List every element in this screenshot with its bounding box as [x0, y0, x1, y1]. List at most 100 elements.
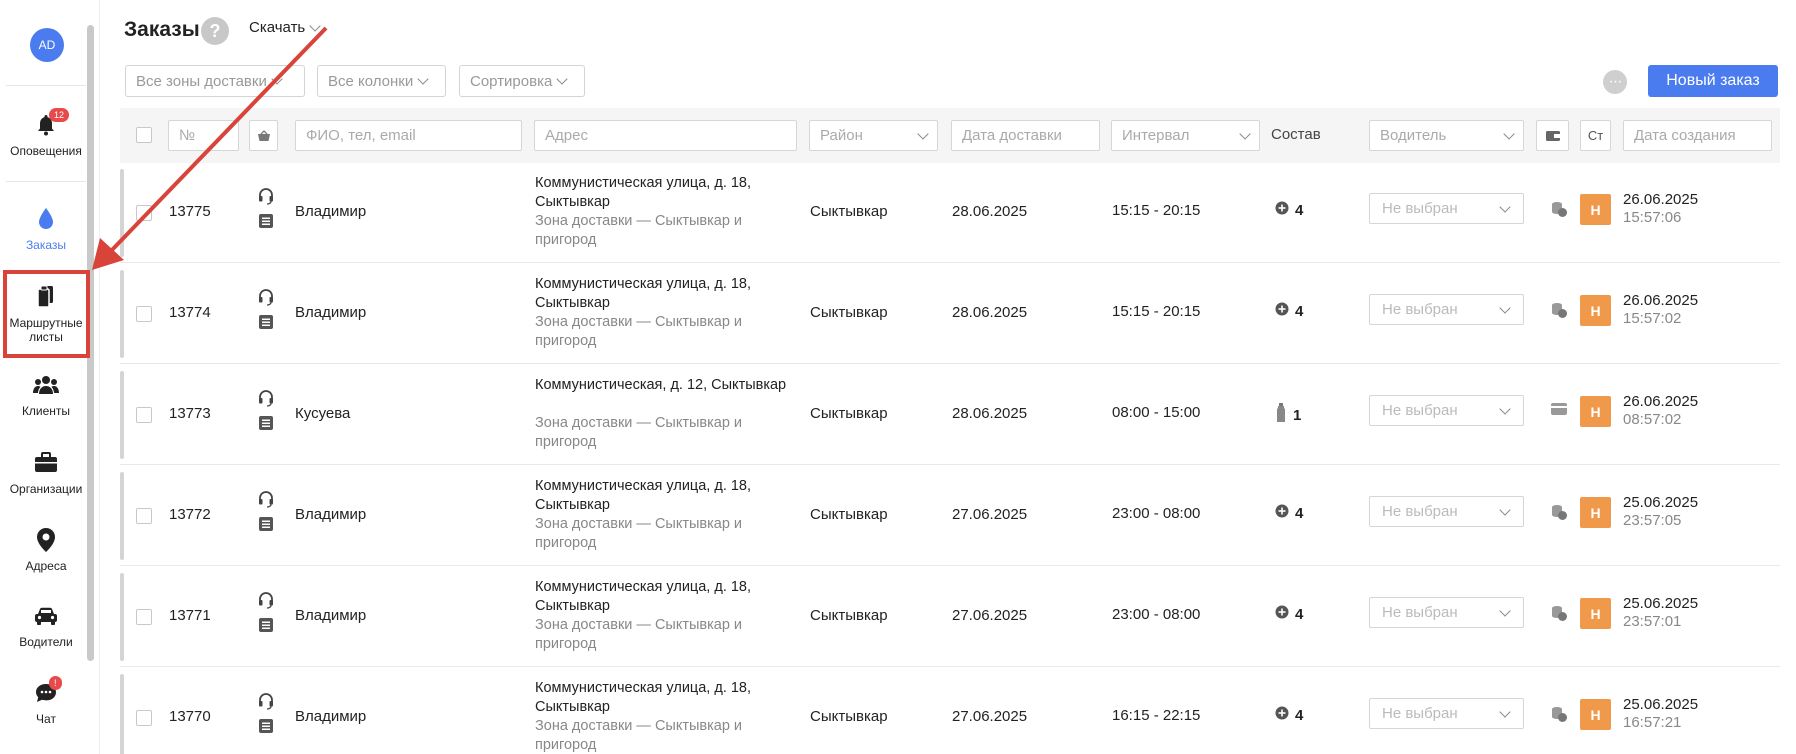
row-marker — [120, 270, 124, 358]
sidebar-item-drivers[interactable]: Водители — [4, 603, 88, 649]
table-row[interactable]: 13774 Владимир Коммунистическая улица, д… — [120, 264, 1780, 364]
interval-filter[interactable]: Интервал — [1111, 120, 1260, 151]
zones-filter[interactable]: Все зоны доставки — [125, 65, 305, 97]
order-details-icon[interactable] — [258, 415, 274, 436]
delivery-address: Коммунистическая улица, д. 18, Сыктывкар — [535, 175, 752, 210]
payment-filter-button[interactable] — [1536, 120, 1569, 151]
status-badge[interactable]: Н — [1580, 699, 1611, 730]
sidebar-item-notifications[interactable]: 12 Оповещения — [4, 108, 88, 158]
composition[interactable]: 4 — [1275, 302, 1303, 320]
order-number[interactable]: 13774 — [169, 304, 211, 321]
table-row[interactable]: 13770 Владимир Коммунистическая улица, д… — [120, 668, 1780, 754]
delivery-date-filter[interactable]: Дата доставки — [951, 120, 1100, 151]
sidebar-item-orders[interactable]: Заказы — [4, 206, 88, 252]
map-pin-icon — [33, 527, 59, 553]
created-time: 15:57:02 — [1623, 310, 1682, 327]
order-number[interactable]: 13771 — [169, 607, 211, 624]
order-number[interactable]: 13772 — [169, 506, 211, 523]
interval-filter-placeholder: Интервал — [1122, 127, 1190, 144]
chevron-down-icon — [1499, 402, 1511, 415]
driver-select[interactable]: Не выбран — [1369, 496, 1524, 527]
zones-filter-label: Все зоны доставки — [136, 72, 267, 90]
status-badge[interactable]: Н — [1580, 295, 1611, 326]
delivery-zone: Зона доставки — Сыктывкар и пригород — [535, 415, 743, 450]
avatar[interactable]: AD — [30, 28, 64, 62]
sidebar-item-addresses[interactable]: Адреса — [4, 527, 88, 573]
new-order-button[interactable]: Новый заказ — [1648, 65, 1778, 97]
district: Сыктывкар — [810, 203, 888, 220]
delivery-address: Коммунистическая улица, д. 18, Сыктывкар — [535, 478, 752, 513]
order-number[interactable]: 13773 — [169, 405, 211, 422]
row-checkbox[interactable] — [136, 306, 152, 322]
table-row[interactable]: 13775 Владимир Коммунистическая улица, д… — [120, 163, 1780, 263]
status-badge[interactable]: Н — [1580, 598, 1611, 629]
order-details-icon[interactable] — [258, 516, 274, 537]
delivery-date: 28.06.2025 — [952, 405, 1028, 422]
district-filter[interactable]: Район — [809, 120, 938, 151]
client-search-placeholder: ФИО, тел, email — [306, 127, 416, 144]
row-marker — [120, 472, 124, 560]
client-search-input[interactable]: ФИО, тел, email — [295, 120, 522, 151]
status-badge[interactable]: Н — [1580, 396, 1611, 427]
driver-select[interactable]: Не выбран — [1369, 294, 1524, 325]
status-badge[interactable]: Н — [1580, 194, 1611, 225]
order-number[interactable]: 13770 — [169, 708, 211, 725]
status-badge[interactable]: Н — [1580, 497, 1611, 528]
row-checkbox[interactable] — [136, 508, 152, 524]
table-row[interactable]: 13772 Владимир Коммунистическая улица, д… — [120, 466, 1780, 566]
driver-filter[interactable]: Водитель — [1369, 120, 1524, 151]
table-row[interactable]: 13773 Кусуева Коммунистическая, д. 12, С… — [120, 365, 1780, 465]
created-date: 26.06.2025 — [1623, 393, 1699, 410]
client-name[interactable]: Владимир — [295, 607, 366, 624]
row-checkbox[interactable] — [136, 205, 152, 221]
driver-select[interactable]: Не выбран — [1369, 597, 1524, 628]
columns-filter[interactable]: Все колонки — [317, 65, 446, 97]
composition[interactable]: 4 — [1275, 201, 1303, 219]
composition[interactable]: 4 — [1275, 605, 1303, 623]
address-search-input[interactable]: Адрес — [534, 120, 797, 151]
status-header-label: Ст — [1587, 128, 1604, 143]
created-date: 25.06.2025 — [1623, 696, 1699, 713]
chevron-down-icon — [1499, 503, 1511, 516]
composition[interactable]: 4 — [1275, 504, 1303, 522]
more-options-button[interactable]: ··· — [1603, 70, 1627, 94]
order-details-icon[interactable] — [258, 213, 274, 234]
coins-icon — [1550, 200, 1568, 223]
client-name[interactable]: Владимир — [295, 304, 366, 321]
driver-select-value: Не выбран — [1382, 705, 1458, 722]
row-checkbox[interactable] — [136, 407, 152, 423]
basket-filter-button[interactable] — [249, 120, 278, 151]
coins-icon — [1550, 503, 1568, 526]
sidebar-item-clients[interactable]: Клиенты — [4, 372, 88, 418]
composition[interactable]: 4 — [1275, 706, 1303, 724]
composition[interactable]: 1 — [1275, 403, 1301, 427]
created-date-filter[interactable]: Дата создания — [1623, 120, 1772, 151]
client-name[interactable]: Владимир — [295, 506, 366, 523]
select-all-checkbox[interactable] — [136, 127, 152, 143]
sort-filter[interactable]: Сортировка — [459, 65, 585, 97]
driver-select[interactable]: Не выбран — [1369, 698, 1524, 729]
row-checkbox[interactable] — [136, 609, 152, 625]
download-dropdown[interactable]: Скачать — [249, 19, 321, 36]
sidebar-item-chat[interactable]: ! Чат — [4, 676, 88, 726]
order-number[interactable]: 13775 — [169, 203, 211, 220]
order-details-icon[interactable] — [258, 718, 274, 739]
composition-header: Состав — [1271, 126, 1321, 143]
row-checkbox[interactable] — [136, 710, 152, 726]
table-row[interactable]: 13771 Владимир Коммунистическая улица, д… — [120, 567, 1780, 667]
driver-select[interactable]: Не выбран — [1369, 193, 1524, 224]
number-filter-input[interactable]: № — [168, 120, 239, 151]
client-name[interactable]: Владимир — [295, 708, 366, 725]
sidebar-item-organizations[interactable]: Организации — [4, 450, 88, 496]
client-name[interactable]: Владимир — [295, 203, 366, 220]
driver-select[interactable]: Не выбран — [1369, 395, 1524, 426]
delivery-date: 27.06.2025 — [952, 506, 1028, 523]
order-details-icon[interactable] — [258, 617, 274, 638]
help-icon[interactable]: ? — [201, 17, 229, 45]
client-name[interactable]: Кусуева — [295, 405, 350, 422]
plus-circle-icon — [1275, 605, 1289, 623]
coins-icon — [1550, 705, 1568, 728]
status-filter-button[interactable]: Ст — [1580, 120, 1611, 151]
chevron-down-icon — [309, 19, 321, 32]
order-details-icon[interactable] — [258, 314, 274, 335]
